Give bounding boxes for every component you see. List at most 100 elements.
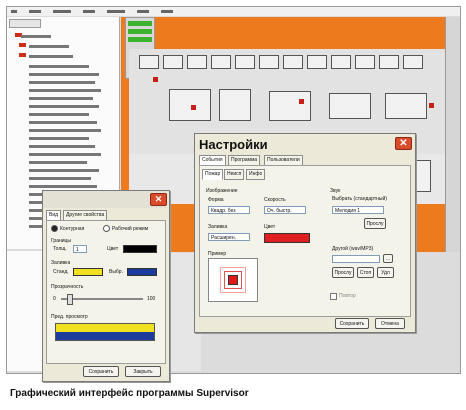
speed-select[interactable]: Оч. быстр. <box>264 206 306 214</box>
transparency-slider-thumb[interactable] <box>67 294 74 305</box>
zone-status-ok[interactable] <box>128 37 152 42</box>
subtab-fire[interactable]: Пожар <box>202 169 224 180</box>
tree-row[interactable] <box>29 129 101 132</box>
tree-row[interactable] <box>29 45 69 48</box>
tree-tab[interactable] <box>9 19 41 28</box>
tree-row[interactable] <box>29 161 87 164</box>
event-log-panel[interactable] <box>7 251 46 371</box>
listen-button[interactable]: Прослу <box>364 218 386 229</box>
room[interactable] <box>283 55 303 69</box>
tree-row[interactable] <box>29 121 97 124</box>
menu-item[interactable] <box>161 10 173 13</box>
room[interactable] <box>259 55 279 69</box>
close-icon[interactable]: ✕ <box>150 193 167 206</box>
tree-row[interactable] <box>29 89 101 92</box>
thickness-input[interactable]: 1 <box>73 245 87 253</box>
repeat-label: Повтор <box>339 293 356 299</box>
menu-item[interactable] <box>11 10 17 13</box>
room[interactable] <box>385 93 427 119</box>
menu-item[interactable] <box>83 10 95 13</box>
thickness-label: Толщ. <box>53 246 67 252</box>
sound-select-label: Выбрать (стандартный) <box>332 196 387 202</box>
tree-row[interactable] <box>29 81 95 84</box>
room[interactable] <box>379 55 399 69</box>
preview-std-fill <box>56 324 154 332</box>
tree-row[interactable] <box>29 65 89 68</box>
browse-button[interactable]: ... <box>383 254 393 263</box>
close-button[interactable]: Закрыть <box>125 366 161 377</box>
delete-button[interactable]: Удл <box>377 267 394 278</box>
room[interactable] <box>169 89 211 121</box>
subtab-info[interactable]: Инфо <box>246 169 266 180</box>
fill-value: Расширен. <box>211 235 236 241</box>
tree-row[interactable] <box>29 113 89 116</box>
radio-contour[interactable]: Контурная <box>51 225 84 232</box>
sound-select-value: Мелодия 1 <box>335 208 361 214</box>
menu-bar <box>7 7 460 16</box>
stop-button[interactable]: Стоп <box>357 267 374 278</box>
color-swatch[interactable] <box>264 233 310 243</box>
tree-row[interactable] <box>29 105 99 108</box>
fill-sel-swatch[interactable] <box>127 268 157 276</box>
room[interactable] <box>187 55 207 69</box>
fill-std-swatch[interactable] <box>73 268 103 276</box>
speed-label: Скорость <box>264 197 286 203</box>
figure-caption: Графический интерфейс программы Supervis… <box>10 388 249 399</box>
sensor-alarm-icon[interactable] <box>299 99 304 104</box>
save-button[interactable]: Сохранить <box>83 366 119 377</box>
sensor-alarm-icon[interactable] <box>191 105 196 110</box>
room[interactable] <box>269 91 311 121</box>
tree-row[interactable] <box>29 145 95 148</box>
zone-status-ok[interactable] <box>128 29 152 34</box>
tree-row[interactable] <box>29 185 97 188</box>
sound-select[interactable]: Мелодия 1 <box>332 206 384 214</box>
room[interactable] <box>211 55 231 69</box>
form-select[interactable]: Квадр. без <box>208 206 250 214</box>
tree-row[interactable] <box>29 137 89 140</box>
menu-item[interactable] <box>53 10 71 13</box>
room[interactable] <box>163 55 183 69</box>
fill-select[interactable]: Расширен. <box>208 233 250 241</box>
listen-file-button[interactable]: Прослу <box>332 267 354 278</box>
menu-item[interactable] <box>107 10 125 13</box>
room[interactable] <box>403 55 423 69</box>
room[interactable] <box>235 55 255 69</box>
room[interactable] <box>139 55 159 69</box>
subtab-unused[interactable]: Неисп <box>224 169 245 180</box>
preview-label: Пред. просмотр <box>51 314 88 320</box>
image-group-label: Изображение <box>206 188 238 194</box>
settings-dialog: Настройки ✕ События Программа Пользовате… <box>194 133 416 333</box>
tree-row[interactable] <box>29 169 99 172</box>
room[interactable] <box>219 89 251 121</box>
repeat-checkbox[interactable] <box>330 293 337 300</box>
zone-status-ok[interactable] <box>128 21 152 26</box>
tree-row[interactable] <box>29 177 91 180</box>
room[interactable] <box>355 55 375 69</box>
sensor-alarm-icon[interactable] <box>153 77 158 82</box>
transparency-max: 100 <box>147 296 156 302</box>
menu-item[interactable] <box>137 10 149 13</box>
room[interactable] <box>307 55 327 69</box>
preview-box <box>208 258 258 302</box>
tree-row[interactable] <box>21 35 51 38</box>
sensor-alarm-icon[interactable] <box>429 103 434 108</box>
view-panel: Контурная Рабочий режим Границы Толщ. 1 … <box>46 220 166 364</box>
sound-path-input[interactable] <box>332 255 380 263</box>
fill-std-label: Станд. <box>53 269 69 275</box>
transparency-track[interactable] <box>61 298 143 300</box>
tree-row[interactable] <box>29 55 73 58</box>
close-icon[interactable]: ✕ <box>395 137 412 150</box>
tree-row[interactable] <box>29 97 93 100</box>
border-label: Границы <box>51 238 71 244</box>
radio-work[interactable]: Рабочий режим <box>103 225 148 232</box>
tree-row[interactable] <box>29 153 101 156</box>
menu-item[interactable] <box>29 10 41 13</box>
cancel-button[interactable]: Отмена <box>375 318 405 329</box>
tree-node-icon <box>19 43 26 47</box>
room[interactable] <box>331 55 351 69</box>
room[interactable] <box>329 93 371 119</box>
vertical-scrollbar[interactable] <box>445 17 460 252</box>
tree-row[interactable] <box>29 73 99 76</box>
save-button[interactable]: Сохранить <box>335 318 369 329</box>
border-color-swatch[interactable] <box>123 245 157 253</box>
